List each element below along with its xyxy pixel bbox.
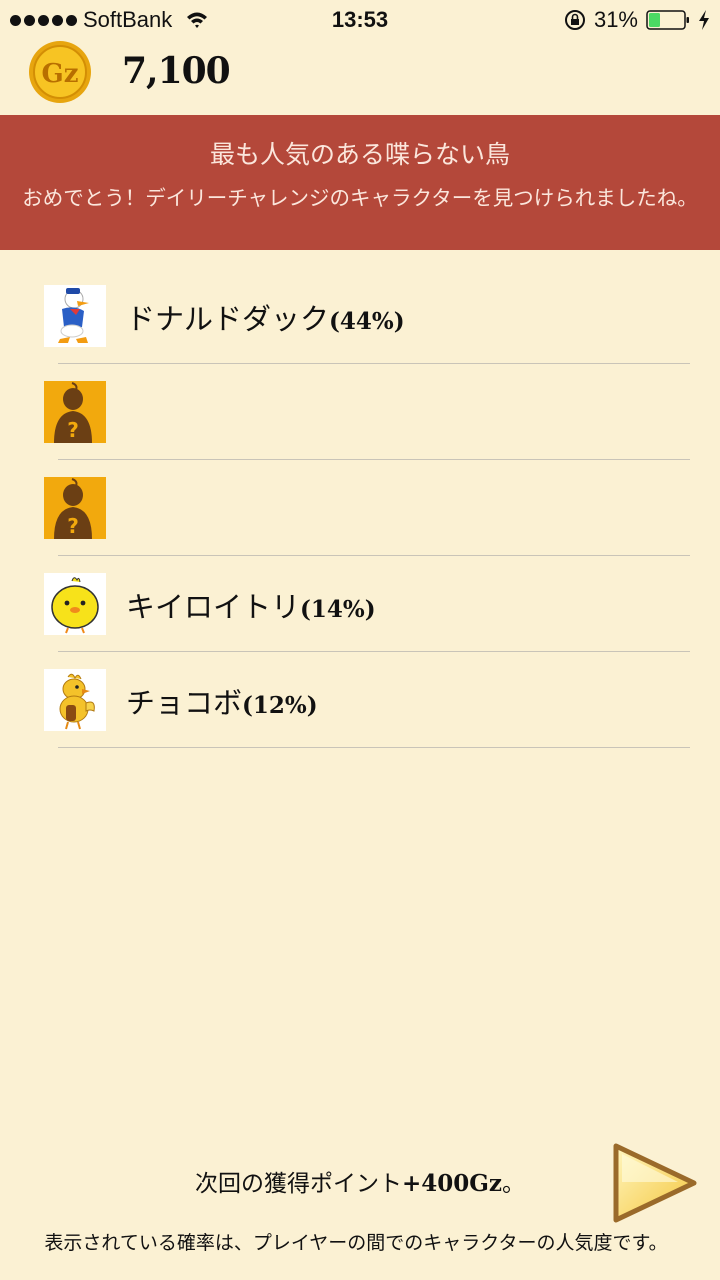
chocobo-icon xyxy=(44,669,106,731)
svg-text:?: ? xyxy=(67,514,79,538)
character-percent: (12%) xyxy=(242,692,318,719)
next-points-prefix: 次回の獲得ポイント xyxy=(195,1171,402,1197)
character-name: キイロイトリ xyxy=(126,590,301,624)
coin-icon: Gz xyxy=(29,41,91,103)
unknown-character-icon: ? xyxy=(44,381,106,443)
result-banner: 最も人気のある喋らない鳥 おめでとう！デイリーチャレンジのキャラクターを見つけら… xyxy=(0,115,720,250)
svg-text:?: ? xyxy=(67,418,79,442)
rotation-lock-icon xyxy=(564,10,585,30)
unknown-character-icon: ? xyxy=(44,477,106,539)
next-points-amount: +400Gz xyxy=(402,1170,502,1197)
answer-list: ドナルドダック(44%) ? ? キイロイトリ(14%) チョコボ(12%) xyxy=(0,268,720,748)
charging-bolt-icon xyxy=(699,10,709,30)
next-arrow-button[interactable] xyxy=(608,1140,700,1226)
answer-row[interactable]: チョコボ(12%) xyxy=(0,652,720,748)
answer-row[interactable]: キイロイトリ(14%) xyxy=(0,556,720,652)
next-points-suffix: 。 xyxy=(502,1171,525,1197)
footer-note: 表示されている確率は、プレイヤーの間でのキャラクターの人気度です。 xyxy=(44,1232,668,1254)
answer-row[interactable]: ドナルドダック(44%) xyxy=(0,268,720,364)
header: Gz 7,100 xyxy=(0,40,720,114)
svg-text:Gz: Gz xyxy=(42,59,79,89)
answer-row[interactable]: ? xyxy=(0,460,720,556)
character-percent: (44%) xyxy=(329,308,405,335)
character-percent: (14%) xyxy=(300,596,376,623)
congrats-message: おめでとう！デイリーチャレンジのキャラクターを見つけられましたね。 xyxy=(22,186,698,210)
donald-duck-icon xyxy=(44,285,106,347)
battery-icon xyxy=(646,10,689,30)
character-name: ドナルドダック xyxy=(126,302,330,336)
question-title: 最も人気のある喋らない鳥 xyxy=(209,140,510,169)
character-name: チョコボ xyxy=(126,686,243,720)
points-total: 7,100 xyxy=(122,50,231,92)
status-bar: SoftBank 13:53 31% xyxy=(0,0,720,40)
row-divider xyxy=(58,747,690,748)
status-right: 31% xyxy=(564,7,710,33)
answer-row[interactable]: ? xyxy=(0,364,720,460)
battery-percent: 31% xyxy=(593,7,638,32)
kiiroitori-icon xyxy=(44,573,106,635)
